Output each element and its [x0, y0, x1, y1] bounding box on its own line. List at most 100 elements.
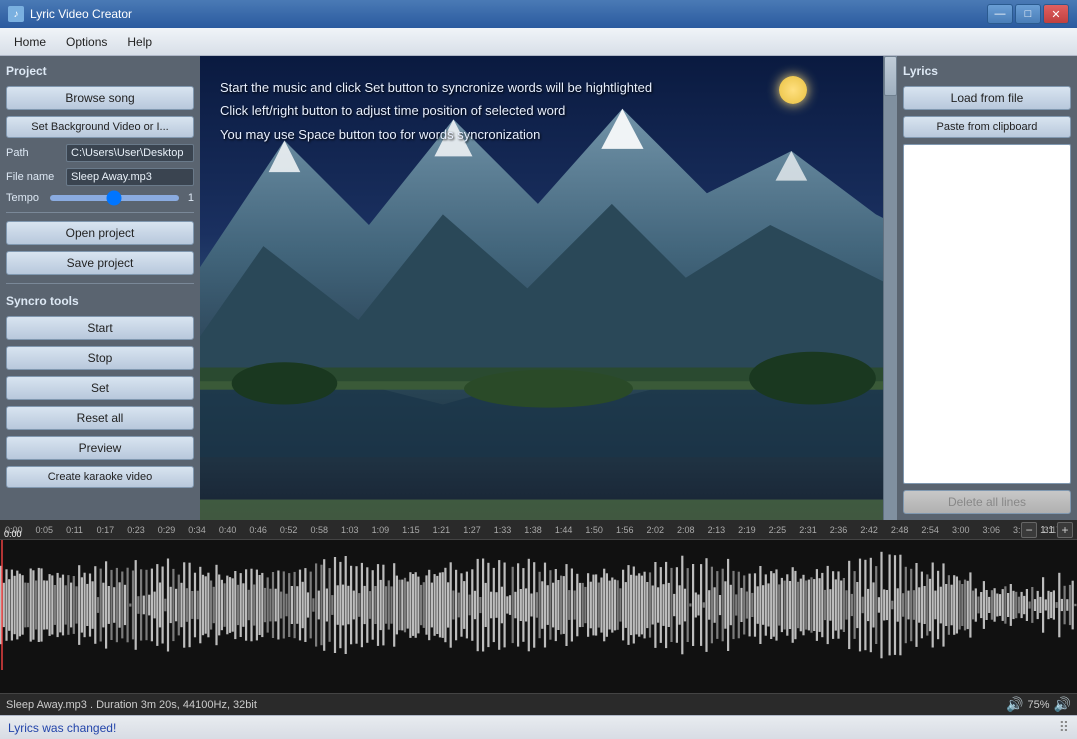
timeline-marker: 0:58 [309, 525, 340, 535]
timeline-marker: 2:25 [768, 525, 799, 535]
preview-button[interactable]: Preview [6, 436, 194, 460]
instruction-line-2: Click left/right button to adjust time p… [220, 99, 652, 122]
waveform-canvas[interactable] [0, 540, 1077, 693]
timeline-marker: 0:05 [35, 525, 66, 535]
instruction-line-3: You may use Space button too for words s… [220, 123, 652, 146]
lyrics-section-title: Lyrics [903, 62, 1071, 80]
volume-control: 🔊 75% 🔊 [1006, 696, 1071, 713]
paste-from-clipboard-button[interactable]: Paste from clipboard [903, 116, 1071, 138]
timeline-marker: 1:27 [462, 525, 493, 535]
menu-help[interactable]: Help [117, 31, 162, 53]
zoom-controls: − 1:1 + [1021, 522, 1073, 538]
file-info-text: Sleep Away.mp3 . Duration 3m 20s, 44100H… [6, 699, 996, 711]
timeline: 0:000:050:110:170:230:290:340:400:460:52… [0, 520, 1077, 540]
zoom-out-button[interactable]: − [1021, 522, 1037, 538]
window-title: Lyric Video Creator [30, 7, 981, 21]
delete-all-lines-button[interactable]: Delete all lines [903, 490, 1071, 514]
timeline-marker: 2:54 [920, 525, 951, 535]
timeline-marker: 0:46 [248, 525, 279, 535]
timeline-marker: 1:09 [371, 525, 402, 535]
right-panel: Lyrics Load from file Paste from clipboa… [897, 56, 1077, 520]
bottom-status-bar: Lyrics was changed! ⠿ [0, 715, 1077, 739]
timeline-marker: 1:03 [340, 525, 371, 535]
timeline-marker: 2:08 [676, 525, 707, 535]
volume-value: 75% [1028, 699, 1050, 711]
timeline-marker: 0:52 [279, 525, 310, 535]
path-label: Path [6, 147, 62, 159]
menu-options[interactable]: Options [56, 31, 117, 53]
tempo-slider[interactable] [50, 195, 179, 201]
tempo-value: 1 [183, 192, 194, 204]
project-section-title: Project [6, 62, 194, 80]
save-project-button[interactable]: Save project [6, 251, 194, 275]
filename-row: File name Sleep Away.mp3 [6, 168, 194, 186]
tempo-row: Tempo 1 [6, 192, 194, 204]
resize-handle[interactable]: ⠿ [1059, 719, 1069, 736]
preview-scroll-thumb[interactable] [884, 56, 897, 96]
timeline-marker: 3:06 [982, 525, 1013, 535]
app-icon: ♪ [8, 6, 24, 22]
zoom-level: 1:1 [1040, 525, 1054, 536]
divider-1 [6, 212, 194, 213]
syncro-section-title: Syncro tools [6, 292, 194, 310]
status-message: Lyrics was changed! [8, 721, 116, 735]
waveform-area: 0:000:050:110:170:230:290:340:400:460:52… [0, 520, 1077, 715]
overlay-instructions: Start the music and click Set button to … [220, 76, 652, 146]
instruction-line-1: Start the music and click Set button to … [220, 76, 652, 99]
timeline-markers: 0:000:050:110:170:230:290:340:400:460:52… [4, 525, 1073, 535]
set-background-button[interactable]: Set Background Video or I... [6, 116, 194, 138]
timeline-marker: 1:56 [615, 525, 646, 535]
volume-icon: 🔊 [1006, 696, 1023, 713]
timeline-marker: 0:23 [126, 525, 157, 535]
timeline-marker: 1:44 [554, 525, 585, 535]
menu-home[interactable]: Home [4, 31, 56, 53]
timeline-marker: 2:13 [707, 525, 738, 535]
center-area: Start the music and click Set button to … [200, 56, 897, 520]
waveform-svg [0, 540, 1077, 693]
create-karaoke-button[interactable]: Create karaoke video [6, 466, 194, 488]
left-panel: Project Browse song Set Background Video… [0, 56, 200, 520]
timeline-marker: 2:02 [645, 525, 676, 535]
start-button[interactable]: Start [6, 316, 194, 340]
timeline-marker: 2:31 [798, 525, 829, 535]
open-project-button[interactable]: Open project [6, 221, 194, 245]
timeline-marker: 2:48 [890, 525, 921, 535]
timeline-marker: 1:50 [584, 525, 615, 535]
video-preview: Start the music and click Set button to … [200, 56, 897, 520]
stop-button[interactable]: Stop [6, 346, 194, 370]
timeline-marker: 1:21 [432, 525, 463, 535]
timeline-marker: 2:42 [859, 525, 890, 535]
moon-decoration [779, 76, 807, 104]
path-value: C:\Users\User\Desktop [66, 144, 194, 162]
title-bar: ♪ Lyric Video Creator — □ ✕ [0, 0, 1077, 28]
menu-bar: Home Options Help [0, 28, 1077, 56]
zoom-in-button[interactable]: + [1057, 522, 1073, 538]
load-from-file-button[interactable]: Load from file [903, 86, 1071, 110]
reset-all-button[interactable]: Reset all [6, 406, 194, 430]
divider-2 [6, 283, 194, 284]
timeline-marker: 0:34 [187, 525, 218, 535]
minimize-button[interactable]: — [987, 4, 1013, 24]
preview-scrollbar[interactable] [883, 56, 897, 520]
waveform-status-bar: Sleep Away.mp3 . Duration 3m 20s, 44100H… [0, 693, 1077, 715]
video-background: Start the music and click Set button to … [200, 56, 897, 520]
window-controls: — □ ✕ [987, 4, 1069, 24]
main-content: Project Browse song Set Background Video… [0, 56, 1077, 520]
timeline-marker: 2:36 [829, 525, 860, 535]
maximize-button[interactable]: □ [1015, 4, 1041, 24]
timeline-marker: 0:17 [96, 525, 127, 535]
path-row: Path C:\Users\User\Desktop [6, 144, 194, 162]
timeline-marker: 2:19 [737, 525, 768, 535]
browse-song-button[interactable]: Browse song [6, 86, 194, 110]
timeline-marker: 0:29 [157, 525, 188, 535]
timeline-marker: 1:38 [523, 525, 554, 535]
timeline-marker: 3:00 [951, 525, 982, 535]
timeline-marker: 1:33 [493, 525, 524, 535]
lyrics-textarea[interactable] [903, 144, 1071, 484]
timeline-marker: 1:15 [401, 525, 432, 535]
close-button[interactable]: ✕ [1043, 4, 1069, 24]
timeline-marker: 0:11 [65, 525, 96, 535]
filename-label: File name [6, 171, 62, 183]
set-button[interactable]: Set [6, 376, 194, 400]
current-time: 0:00 [4, 529, 22, 539]
